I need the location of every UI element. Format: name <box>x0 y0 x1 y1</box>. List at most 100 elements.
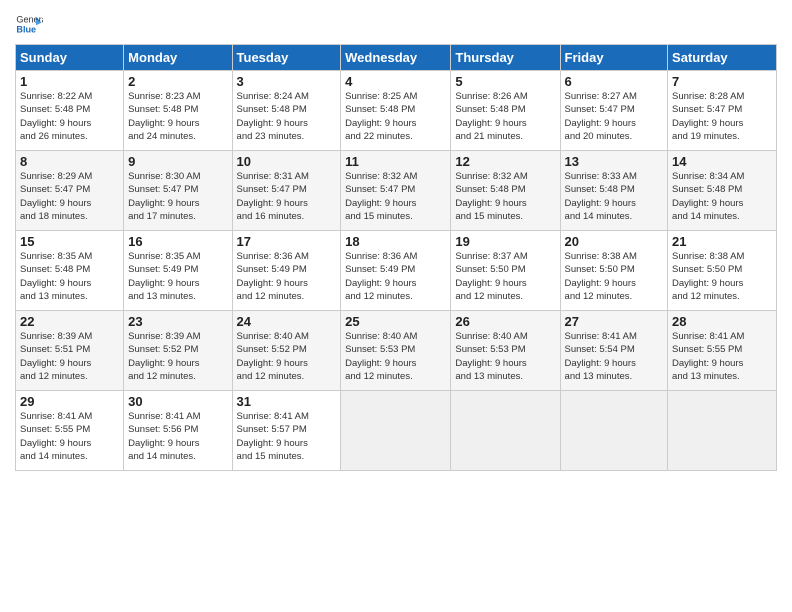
calendar-cell: 3Sunrise: 8:24 AM Sunset: 5:48 PM Daylig… <box>232 71 341 151</box>
day-number: 7 <box>672 74 772 89</box>
day-number: 25 <box>345 314 446 329</box>
day-info: Sunrise: 8:26 AM Sunset: 5:48 PM Dayligh… <box>455 90 555 143</box>
weekday-header: Tuesday <box>232 45 341 71</box>
day-info: Sunrise: 8:38 AM Sunset: 5:50 PM Dayligh… <box>672 250 772 303</box>
day-number: 13 <box>565 154 664 169</box>
calendar-cell: 4Sunrise: 8:25 AM Sunset: 5:48 PM Daylig… <box>341 71 451 151</box>
day-number: 22 <box>20 314 119 329</box>
day-number: 3 <box>237 74 337 89</box>
day-info: Sunrise: 8:39 AM Sunset: 5:52 PM Dayligh… <box>128 330 227 383</box>
day-info: Sunrise: 8:22 AM Sunset: 5:48 PM Dayligh… <box>20 90 119 143</box>
day-info: Sunrise: 8:36 AM Sunset: 5:49 PM Dayligh… <box>345 250 446 303</box>
day-info: Sunrise: 8:28 AM Sunset: 5:47 PM Dayligh… <box>672 90 772 143</box>
day-info: Sunrise: 8:39 AM Sunset: 5:51 PM Dayligh… <box>20 330 119 383</box>
calendar-cell: 30Sunrise: 8:41 AM Sunset: 5:56 PM Dayli… <box>124 391 232 471</box>
day-info: Sunrise: 8:32 AM Sunset: 5:48 PM Dayligh… <box>455 170 555 223</box>
day-number: 24 <box>237 314 337 329</box>
day-number: 20 <box>565 234 664 249</box>
calendar-cell: 1Sunrise: 8:22 AM Sunset: 5:48 PM Daylig… <box>16 71 124 151</box>
day-number: 26 <box>455 314 555 329</box>
day-info: Sunrise: 8:25 AM Sunset: 5:48 PM Dayligh… <box>345 90 446 143</box>
day-number: 9 <box>128 154 227 169</box>
day-number: 18 <box>345 234 446 249</box>
calendar-cell: 10Sunrise: 8:31 AM Sunset: 5:47 PM Dayli… <box>232 151 341 231</box>
day-info: Sunrise: 8:41 AM Sunset: 5:54 PM Dayligh… <box>565 330 664 383</box>
header: General Blue <box>15 10 777 38</box>
weekday-header: Saturday <box>668 45 777 71</box>
day-info: Sunrise: 8:37 AM Sunset: 5:50 PM Dayligh… <box>455 250 555 303</box>
calendar-cell: 6Sunrise: 8:27 AM Sunset: 5:47 PM Daylig… <box>560 71 668 151</box>
calendar-cell: 22Sunrise: 8:39 AM Sunset: 5:51 PM Dayli… <box>16 311 124 391</box>
logo: General Blue <box>15 10 43 38</box>
weekday-header: Monday <box>124 45 232 71</box>
day-number: 1 <box>20 74 119 89</box>
calendar-week-row: 29Sunrise: 8:41 AM Sunset: 5:55 PM Dayli… <box>16 391 777 471</box>
weekday-header: Thursday <box>451 45 560 71</box>
calendar-cell: 2Sunrise: 8:23 AM Sunset: 5:48 PM Daylig… <box>124 71 232 151</box>
calendar-cell: 19Sunrise: 8:37 AM Sunset: 5:50 PM Dayli… <box>451 231 560 311</box>
day-number: 8 <box>20 154 119 169</box>
calendar-cell: 24Sunrise: 8:40 AM Sunset: 5:52 PM Dayli… <box>232 311 341 391</box>
calendar-cell: 15Sunrise: 8:35 AM Sunset: 5:48 PM Dayli… <box>16 231 124 311</box>
calendar-cell: 14Sunrise: 8:34 AM Sunset: 5:48 PM Dayli… <box>668 151 777 231</box>
weekday-header: Sunday <box>16 45 124 71</box>
day-info: Sunrise: 8:30 AM Sunset: 5:47 PM Dayligh… <box>128 170 227 223</box>
calendar-cell: 25Sunrise: 8:40 AM Sunset: 5:53 PM Dayli… <box>341 311 451 391</box>
day-number: 29 <box>20 394 119 409</box>
calendar-cell: 27Sunrise: 8:41 AM Sunset: 5:54 PM Dayli… <box>560 311 668 391</box>
day-info: Sunrise: 8:29 AM Sunset: 5:47 PM Dayligh… <box>20 170 119 223</box>
calendar-week-row: 1Sunrise: 8:22 AM Sunset: 5:48 PM Daylig… <box>16 71 777 151</box>
day-number: 27 <box>565 314 664 329</box>
day-info: Sunrise: 8:35 AM Sunset: 5:49 PM Dayligh… <box>128 250 227 303</box>
day-info: Sunrise: 8:41 AM Sunset: 5:57 PM Dayligh… <box>237 410 337 463</box>
day-info: Sunrise: 8:33 AM Sunset: 5:48 PM Dayligh… <box>565 170 664 223</box>
calendar-cell: 7Sunrise: 8:28 AM Sunset: 5:47 PM Daylig… <box>668 71 777 151</box>
calendar-cell: 12Sunrise: 8:32 AM Sunset: 5:48 PM Dayli… <box>451 151 560 231</box>
page-container: General Blue SundayMondayTuesdayWednesda… <box>0 0 792 481</box>
calendar-header-row: SundayMondayTuesdayWednesdayThursdayFrid… <box>16 45 777 71</box>
calendar-cell: 5Sunrise: 8:26 AM Sunset: 5:48 PM Daylig… <box>451 71 560 151</box>
weekday-header: Friday <box>560 45 668 71</box>
calendar-week-row: 8Sunrise: 8:29 AM Sunset: 5:47 PM Daylig… <box>16 151 777 231</box>
day-number: 21 <box>672 234 772 249</box>
day-info: Sunrise: 8:34 AM Sunset: 5:48 PM Dayligh… <box>672 170 772 223</box>
day-number: 14 <box>672 154 772 169</box>
day-info: Sunrise: 8:40 AM Sunset: 5:52 PM Dayligh… <box>237 330 337 383</box>
day-number: 10 <box>237 154 337 169</box>
calendar-week-row: 15Sunrise: 8:35 AM Sunset: 5:48 PM Dayli… <box>16 231 777 311</box>
day-number: 15 <box>20 234 119 249</box>
calendar-week-row: 22Sunrise: 8:39 AM Sunset: 5:51 PM Dayli… <box>16 311 777 391</box>
svg-text:Blue: Blue <box>16 24 36 34</box>
day-info: Sunrise: 8:27 AM Sunset: 5:47 PM Dayligh… <box>565 90 664 143</box>
calendar-cell: 23Sunrise: 8:39 AM Sunset: 5:52 PM Dayli… <box>124 311 232 391</box>
calendar-cell: 29Sunrise: 8:41 AM Sunset: 5:55 PM Dayli… <box>16 391 124 471</box>
calendar-cell: 26Sunrise: 8:40 AM Sunset: 5:53 PM Dayli… <box>451 311 560 391</box>
weekday-header: Wednesday <box>341 45 451 71</box>
day-number: 30 <box>128 394 227 409</box>
calendar-cell: 11Sunrise: 8:32 AM Sunset: 5:47 PM Dayli… <box>341 151 451 231</box>
day-info: Sunrise: 8:38 AM Sunset: 5:50 PM Dayligh… <box>565 250 664 303</box>
day-info: Sunrise: 8:41 AM Sunset: 5:55 PM Dayligh… <box>672 330 772 383</box>
calendar-cell: 31Sunrise: 8:41 AM Sunset: 5:57 PM Dayli… <box>232 391 341 471</box>
calendar-cell <box>560 391 668 471</box>
day-info: Sunrise: 8:41 AM Sunset: 5:56 PM Dayligh… <box>128 410 227 463</box>
day-number: 4 <box>345 74 446 89</box>
calendar-cell <box>451 391 560 471</box>
day-number: 5 <box>455 74 555 89</box>
day-info: Sunrise: 8:24 AM Sunset: 5:48 PM Dayligh… <box>237 90 337 143</box>
day-info: Sunrise: 8:23 AM Sunset: 5:48 PM Dayligh… <box>128 90 227 143</box>
calendar-cell: 8Sunrise: 8:29 AM Sunset: 5:47 PM Daylig… <box>16 151 124 231</box>
calendar-cell: 20Sunrise: 8:38 AM Sunset: 5:50 PM Dayli… <box>560 231 668 311</box>
calendar-table: SundayMondayTuesdayWednesdayThursdayFrid… <box>15 44 777 471</box>
calendar-cell: 13Sunrise: 8:33 AM Sunset: 5:48 PM Dayli… <box>560 151 668 231</box>
calendar-cell: 9Sunrise: 8:30 AM Sunset: 5:47 PM Daylig… <box>124 151 232 231</box>
day-info: Sunrise: 8:32 AM Sunset: 5:47 PM Dayligh… <box>345 170 446 223</box>
calendar-cell: 16Sunrise: 8:35 AM Sunset: 5:49 PM Dayli… <box>124 231 232 311</box>
calendar-cell: 28Sunrise: 8:41 AM Sunset: 5:55 PM Dayli… <box>668 311 777 391</box>
day-number: 23 <box>128 314 227 329</box>
calendar-cell <box>341 391 451 471</box>
day-number: 17 <box>237 234 337 249</box>
day-info: Sunrise: 8:35 AM Sunset: 5:48 PM Dayligh… <box>20 250 119 303</box>
day-number: 12 <box>455 154 555 169</box>
calendar-cell: 21Sunrise: 8:38 AM Sunset: 5:50 PM Dayli… <box>668 231 777 311</box>
